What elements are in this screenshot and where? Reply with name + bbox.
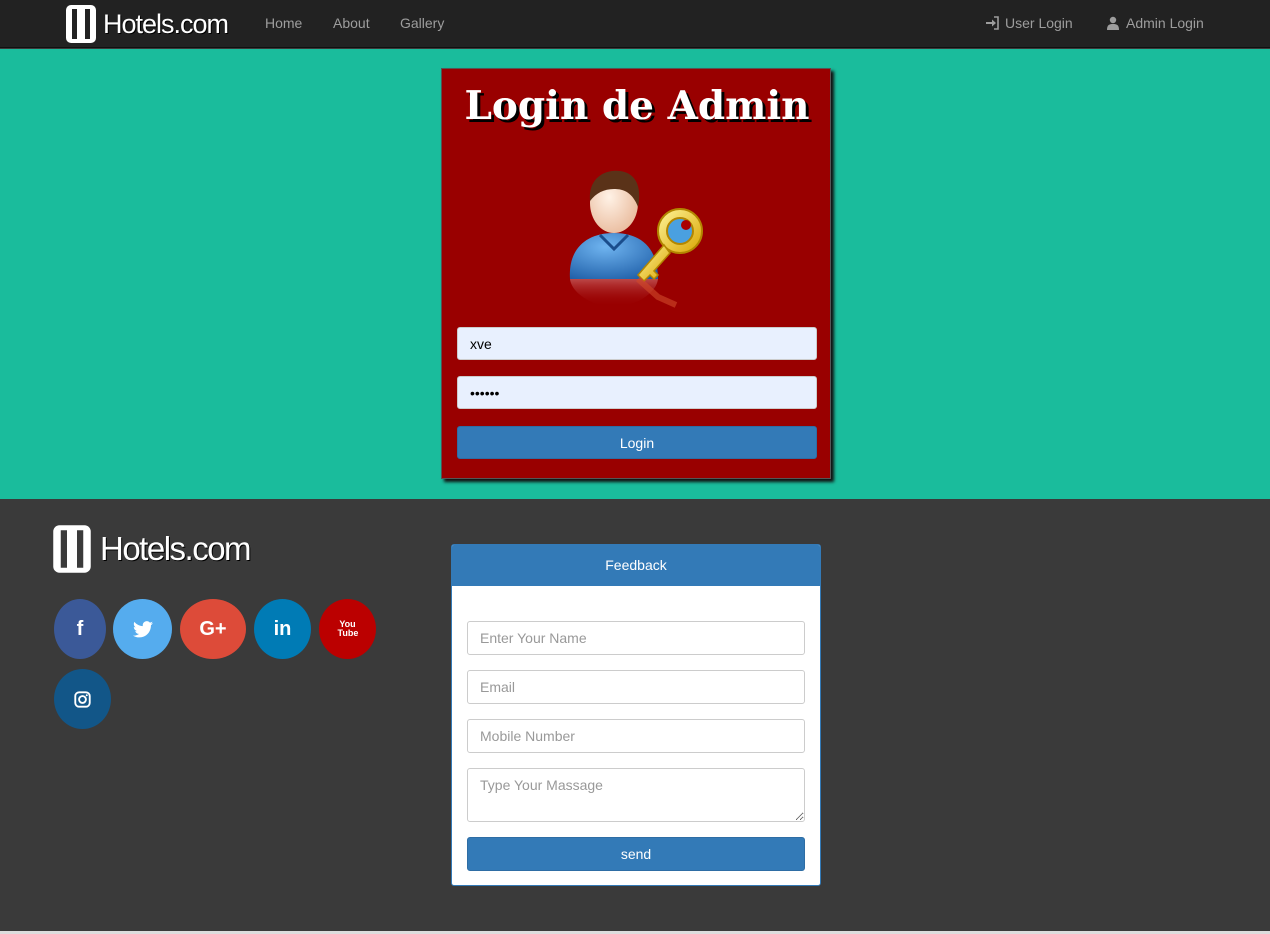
brand-logo[interactable]: Hotels.com [65,3,229,45]
navbar: Hotels.com Home About Gallery User Login… [0,0,1270,48]
linkedin-icon: in [273,617,292,640]
brand-text: Hotels.com [103,8,229,39]
login-card: Login de Admin xve •••••• Login [441,68,831,479]
twitter-icon [132,620,153,637]
admin-username-input[interactable] [457,327,817,360]
footer-brand-text: Hotels.com [100,530,252,567]
facebook-icon: f [76,617,84,640]
hotels-logo-icon [66,5,96,43]
facebook-button[interactable]: f [54,599,106,659]
youtube-icon: You Tube [337,619,359,638]
feedback-mobile-input[interactable] [467,719,805,753]
nav-home[interactable]: Home [265,15,302,31]
google-plus-button[interactable]: G+ [180,599,246,659]
feedback-send-button[interactable]: send [467,837,805,871]
feedback-name-input[interactable] [467,621,805,655]
admin-password-input[interactable] [457,376,817,409]
nav-admin-login[interactable]: Admin Login [1106,15,1204,31]
nav-about[interactable]: About [333,15,370,31]
instagram-icon [74,690,91,708]
hotels-logo-icon [53,525,91,573]
youtube-button[interactable]: You Tube [319,599,376,659]
login-section: Login de Admin xve •••••• Login [0,49,1270,499]
nav-user-login-label: User Login [1005,15,1073,31]
nav-user-login[interactable]: User Login [985,15,1073,31]
feedback-email-input[interactable] [467,670,805,704]
twitter-button[interactable] [113,599,172,659]
user-icon [1107,16,1119,30]
sign-in-icon [986,16,999,30]
footer-brand-logo[interactable]: Hotels.com [52,524,252,574]
admin-login-button[interactable]: Login [457,426,817,459]
nav-gallery[interactable]: Gallery [400,15,444,31]
admin-key-icon [569,170,703,308]
feedback-title: Feedback [452,545,820,586]
google-plus-icon: G+ [199,617,227,640]
feedback-message-textarea[interactable] [467,768,805,822]
feedback-panel: Feedback send [451,544,821,886]
footer: Hotels.com f G+ in You Tube Feedback sen… [0,499,1270,931]
login-title: Login de Admin [464,83,810,129]
instagram-button[interactable] [54,669,111,729]
nav-admin-login-label: Admin Login [1126,15,1204,31]
linkedin-button[interactable]: in [254,599,311,659]
